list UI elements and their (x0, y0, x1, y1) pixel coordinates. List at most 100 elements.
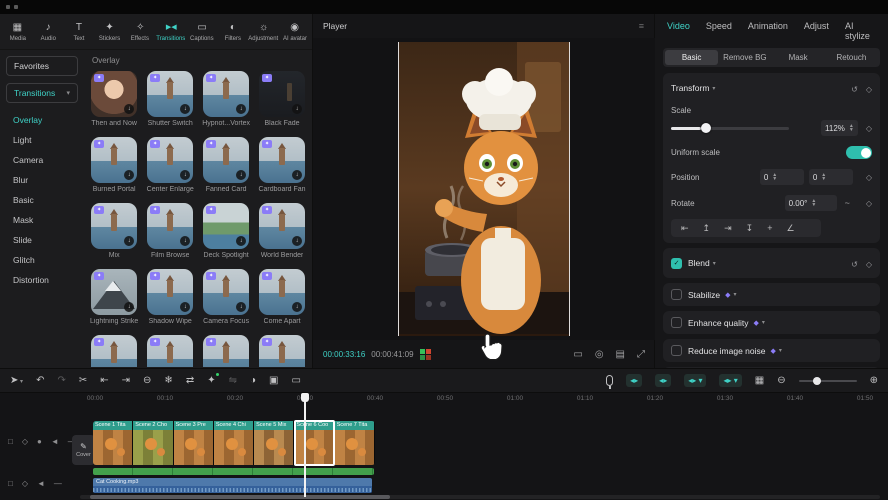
rotate-dial-icon[interactable]: ~ (845, 198, 850, 208)
magic-tools-icon[interactable]: ✦ (207, 375, 215, 386)
stepper-icon[interactable]: ▲▼ (772, 173, 777, 182)
reverse-icon[interactable]: ⇄ (186, 375, 194, 386)
tab-filters[interactable]: ◐Filters (218, 22, 249, 42)
preview-axis-icon[interactable]: ▦ (755, 375, 764, 386)
sidebar-item-slide[interactable]: Slide (0, 230, 84, 250)
color-indicator-icon[interactable] (420, 349, 431, 360)
uniform-scale-toggle[interactable] (846, 146, 872, 159)
clip-scene-2[interactable]: Scene 2 Cho (133, 421, 173, 465)
reset-icon[interactable]: ↺ (851, 260, 858, 269)
transition-item[interactable]: ✦↓Fanned Card (202, 137, 250, 193)
reset-icon[interactable]: ↺ (851, 85, 858, 94)
rotate-clip-icon[interactable]: ◑ (250, 375, 256, 386)
tab-captions[interactable]: ▭Captions (187, 22, 218, 42)
record-voiceover-icon[interactable] (606, 375, 613, 386)
delete-left-icon[interactable]: ⇤ (100, 375, 108, 386)
transition-item[interactable]: ✦↓Black Fade (258, 71, 306, 127)
transition-item[interactable]: ✦↓Shadow Wipe (146, 269, 194, 325)
delete-icon[interactable]: ⊖ (143, 375, 151, 386)
chevron-down-icon[interactable]: ▾ (713, 260, 716, 267)
tab-effects[interactable]: ✧Effects (125, 22, 156, 42)
clip-scene-5[interactable]: Scene 5 Mix (254, 421, 294, 465)
track-options-icon[interactable]: ◂▸ ▾ (719, 374, 741, 387)
freeze-frame-icon[interactable]: ❄ (164, 375, 172, 386)
rotate-value-field[interactable]: 0.00°▲▼ (785, 195, 837, 211)
split-icon[interactable]: ✂ (79, 375, 87, 386)
timeline-zoom-slider[interactable] (799, 380, 857, 382)
stepper-icon[interactable]: ▲▼ (811, 199, 816, 208)
tab-stickers[interactable]: ✦Stickers (94, 22, 125, 42)
transition-item[interactable]: ✦ (146, 335, 194, 367)
chevron-down-icon[interactable]: ▾ (734, 291, 737, 298)
undo-icon[interactable]: ↶ (36, 375, 44, 386)
transition-item[interactable]: ✦↓Mix (90, 203, 138, 259)
preview-canvas[interactable] (313, 38, 655, 340)
video-preview[interactable] (398, 42, 570, 336)
zoom-out-icon[interactable]: ⊖ (777, 375, 785, 386)
chevron-down-icon[interactable]: ▾ (762, 319, 765, 326)
mute-icon[interactable]: ◄ (37, 479, 45, 488)
redo-icon[interactable]: ↷ (57, 375, 65, 386)
sidebar-item-favorites[interactable]: Favorites (6, 56, 78, 76)
transition-item[interactable]: ✦↓Then and Now (90, 71, 138, 127)
horizontal-scrollbar[interactable] (80, 495, 880, 499)
subtab-basic[interactable]: Basic (665, 50, 718, 65)
keyframe-icon[interactable]: ◇ (866, 260, 872, 269)
aspect-ratio-icon[interactable]: ▭ (573, 349, 582, 360)
keyframe-icon[interactable]: ◇ (866, 199, 872, 208)
screen-record-icon[interactable]: ▭ (291, 375, 300, 386)
transition-item[interactable]: ✦↓Burned Portal (90, 137, 138, 193)
transition-item[interactable]: ✦↓Film Browse (146, 203, 194, 259)
tab-media[interactable]: ▦Media (2, 22, 33, 42)
tab-ai-stylize[interactable]: AI stylize (845, 21, 876, 41)
text-track[interactable] (93, 468, 374, 475)
tab-animation[interactable]: Animation (748, 21, 788, 41)
sidebar-item-basic[interactable]: Basic (0, 190, 84, 210)
align-right-icon[interactable]: ⇥ (724, 223, 732, 234)
tab-video[interactable]: Video (667, 21, 690, 41)
transition-item[interactable]: ✦↓Camera Focus (202, 269, 250, 325)
window-settings-icon[interactable] (14, 5, 18, 9)
video-track[interactable]: Scene 1 Tita Scene 2 Cho Scene 3 Pre Sce… (93, 421, 375, 465)
scale-value-field[interactable]: 112%▲▼ (821, 120, 858, 136)
transition-item[interactable]: ✦↓Cardboard Fan (258, 137, 306, 193)
clip-scene-1[interactable]: Scene 1 Tita (93, 421, 133, 465)
collapse-icon[interactable]: — (54, 479, 62, 488)
cover-button[interactable]: ✎ Cover (72, 435, 95, 465)
sidebar-item-light[interactable]: Light (0, 130, 84, 150)
sidebar-item-glitch[interactable]: Glitch (0, 250, 84, 270)
transition-item[interactable]: ✦ (202, 335, 250, 367)
subtab-remove-bg[interactable]: Remove BG (718, 50, 771, 65)
timeline-ruler[interactable]: 00:00 00:10 00:20 00:30 00:40 00:50 01:0… (80, 393, 888, 405)
tab-adjustment[interactable]: ☼Adjustment (248, 22, 279, 42)
sidebar-item-mask[interactable]: Mask (0, 210, 84, 230)
sidebar-item-camera[interactable]: Camera (0, 150, 84, 170)
playhead[interactable] (304, 393, 306, 497)
align-left-icon[interactable]: ⇤ (681, 223, 689, 234)
position-y-field[interactable]: 0▲▼ (809, 169, 853, 185)
sidebar-item-blur[interactable]: Blur (0, 170, 84, 190)
tab-ai-avatar[interactable]: ◉AI avatar (279, 22, 310, 42)
fullscreen-icon[interactable]: ⤢ (637, 349, 645, 360)
tab-text[interactable]: TText (64, 22, 95, 42)
keyframe-icon[interactable]: ◇ (866, 85, 872, 94)
mirror-icon[interactable]: ⇋ (229, 375, 237, 386)
subtab-mask[interactable]: Mask (772, 50, 825, 65)
transition-item[interactable]: ✦↓Shutter Switch (146, 71, 194, 127)
keyframe-icon[interactable]: ◇ (866, 173, 872, 182)
tab-audio[interactable]: ♪Audio (33, 22, 64, 42)
timeline-area[interactable]: 00:00 00:10 00:20 00:30 00:40 00:50 01:0… (0, 393, 888, 500)
sidebar-group-transitions[interactable]: Transitions▾ (6, 83, 78, 103)
stepper-icon[interactable]: ▲▼ (821, 173, 826, 182)
transition-item[interactable]: ✦↓Hypnot...Vortex (202, 71, 250, 127)
enhance-quality-checkbox[interactable]: ✓ (671, 317, 682, 328)
stabilize-checkbox[interactable]: ✓ (671, 289, 682, 300)
blend-checkbox[interactable]: ✓ (671, 258, 682, 269)
subtab-retouch[interactable]: Retouch (825, 50, 878, 65)
player-menu-icon[interactable]: ≡ (639, 21, 644, 31)
scale-slider[interactable] (671, 127, 789, 130)
audio-track[interactable]: Cat Cooking.mp3 (93, 478, 372, 493)
transition-item[interactable]: ✦↓Come Apart (258, 269, 306, 325)
linked-preview-icon[interactable]: ◂▸ ▾ (684, 374, 706, 387)
transition-item[interactable]: ✦↓Center Enlarge (146, 137, 194, 193)
